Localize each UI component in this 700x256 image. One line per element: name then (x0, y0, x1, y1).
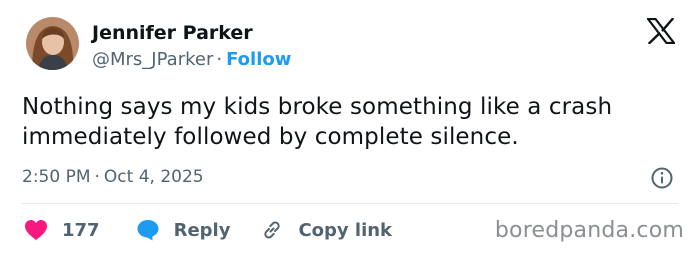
follow-button[interactable]: Follow (226, 49, 291, 70)
author-handle[interactable]: @Mrs_JParker (92, 49, 213, 70)
divider (22, 203, 678, 204)
action-bar: 177 Reply Copy link (24, 216, 392, 244)
copy-link-button[interactable]: Copy link (260, 218, 392, 242)
x-logo-icon[interactable] (645, 17, 677, 45)
timestamp-separator: · (94, 167, 100, 187)
author-handle-row: @Mrs_JParker · Follow (92, 48, 291, 72)
reply-button[interactable]: Reply (136, 218, 231, 242)
speech-bubble-icon (136, 218, 160, 242)
avatar-photo (26, 17, 79, 70)
reply-label: Reply (173, 219, 231, 241)
like-count: 177 (62, 219, 100, 241)
heart-icon (24, 219, 48, 241)
watermark: boredpanda.com (494, 218, 684, 243)
link-icon (260, 218, 284, 242)
copy-link-label: Copy link (298, 219, 393, 241)
tweet-time: 2:50 PM (22, 167, 91, 187)
tweet-text: Nothing says my kids broke something lik… (22, 94, 613, 150)
handle-separator: · (216, 49, 223, 70)
avatar[interactable] (26, 17, 79, 70)
tweet-timestamp[interactable]: 2:50 PM · Oct 4, 2025 (22, 166, 204, 188)
info-icon[interactable] (650, 166, 674, 190)
author-name[interactable]: Jennifer Parker (92, 21, 253, 45)
like-button[interactable]: 177 (24, 219, 100, 241)
tweet-date: Oct 4, 2025 (103, 167, 204, 187)
